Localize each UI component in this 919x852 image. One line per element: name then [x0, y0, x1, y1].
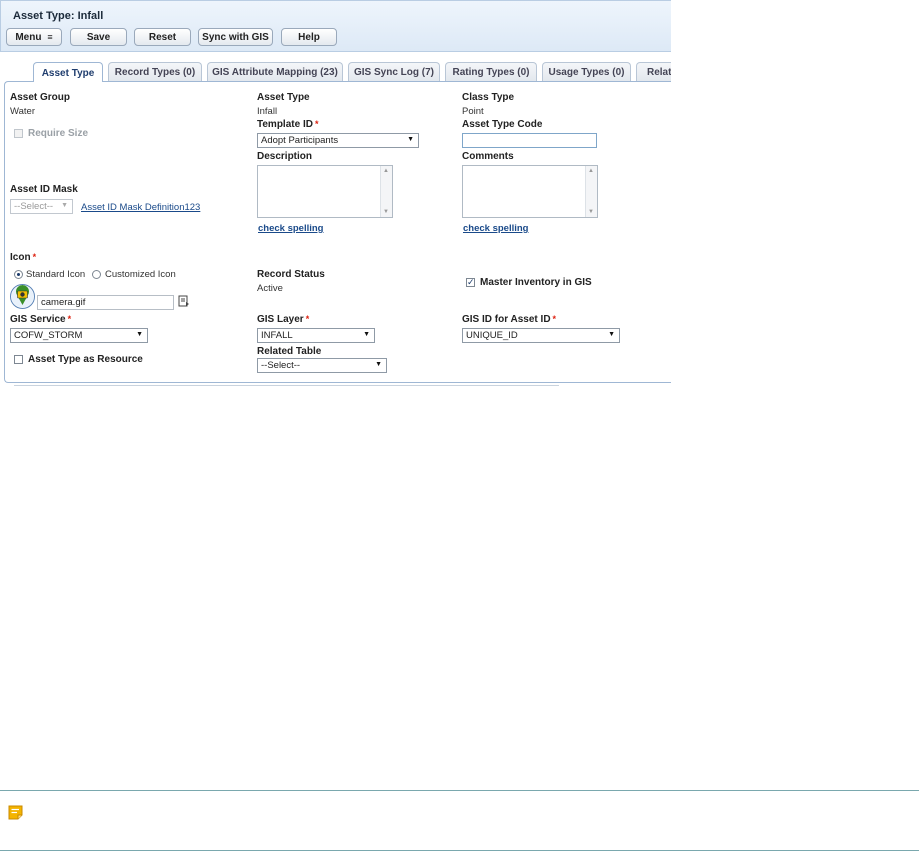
- asset-id-mask-label: Asset ID Mask: [10, 184, 78, 195]
- related-table-value: --Select--: [261, 360, 301, 371]
- description-textarea[interactable]: ▲ ▼: [257, 165, 393, 218]
- gis-service-select[interactable]: COFW_STORM ▼: [10, 328, 148, 343]
- require-size-checkbox[interactable]: [14, 129, 23, 138]
- gis-service-label-text: GIS Service: [10, 314, 66, 325]
- asset-group-label: Asset Group: [10, 92, 71, 103]
- required-mark: *: [552, 314, 557, 324]
- tab-record-types[interactable]: Record Types (0): [108, 62, 202, 82]
- record-status-value: Active: [257, 283, 283, 294]
- standard-icon-radio[interactable]: [14, 270, 23, 279]
- gis-id-for-asset-id-select[interactable]: UNIQUE_ID ▼: [462, 328, 620, 343]
- caret-down-icon: ▼: [608, 331, 615, 338]
- asset-type-code-label: Asset Type Code: [462, 119, 543, 130]
- tab-asset-type[interactable]: Asset Type: [33, 62, 103, 82]
- asset-type-value: Infall: [257, 106, 278, 117]
- required-mark: *: [305, 314, 310, 324]
- icon-label-text: Icon: [10, 252, 31, 263]
- description-check-spelling-link[interactable]: check spelling: [258, 223, 323, 234]
- scroll-up-icon[interactable]: ▲: [588, 168, 594, 174]
- comments-label: Comments: [462, 151, 514, 162]
- camera-icon: [10, 284, 35, 309]
- scrollbar[interactable]: ▲ ▼: [380, 166, 392, 217]
- gis-layer-select[interactable]: INFALL ▼: [257, 328, 375, 343]
- required-mark: *: [67, 314, 72, 324]
- page-title: Asset Type: Infall: [13, 10, 104, 22]
- scroll-down-icon[interactable]: ▼: [383, 209, 389, 215]
- customized-icon-label: Customized Icon: [105, 269, 176, 280]
- description-label: Description: [257, 151, 313, 162]
- gis-id-for-asset-id-label: GIS ID for Asset ID *: [462, 314, 556, 325]
- help-button[interactable]: Help: [281, 28, 337, 46]
- note-top-border: [0, 790, 919, 791]
- menu-button[interactable]: Menu ≡: [6, 28, 62, 46]
- require-size-label: Require Size: [28, 128, 89, 139]
- gis-layer-label: GIS Layer *: [257, 314, 309, 325]
- caret-down-icon: ▼: [407, 136, 414, 143]
- menu-button-label: Menu: [15, 31, 42, 43]
- reset-button[interactable]: Reset: [134, 28, 191, 46]
- note-icon: [8, 805, 23, 820]
- file-browse-icon[interactable]: [178, 295, 190, 307]
- standard-icon-label: Standard Icon: [26, 269, 86, 280]
- comments-check-spelling-link[interactable]: check spelling: [463, 223, 528, 234]
- caret-down-icon: ▼: [136, 331, 143, 338]
- tab-gis-sync-log[interactable]: GIS Sync Log (7): [348, 62, 440, 82]
- related-table-label: Related Table: [257, 346, 322, 357]
- customized-icon-radio[interactable]: [92, 270, 101, 279]
- class-type-value: Point: [462, 106, 484, 117]
- master-inventory-label: Master Inventory in GIS: [480, 277, 592, 288]
- gis-service-label: GIS Service *: [10, 314, 71, 325]
- asset-type-label: Asset Type: [257, 92, 310, 103]
- asset-group-value: Water: [10, 106, 35, 117]
- record-status-label: Record Status: [257, 269, 325, 280]
- tab-rating-types[interactable]: Rating Types (0): [445, 62, 537, 82]
- tab-gis-attribute-mapping[interactable]: GIS Attribute Mapping (23): [207, 62, 343, 82]
- required-mark: *: [314, 119, 319, 129]
- header-bar: Asset Type: Infall Menu ≡ Save Reset Syn…: [0, 0, 671, 52]
- sync-with-gis-button[interactable]: Sync with GIS: [198, 28, 273, 46]
- scroll-up-icon[interactable]: ▲: [383, 168, 389, 174]
- asset-type-as-resource-label: Asset Type as Resource: [28, 354, 143, 365]
- tab-usage-types[interactable]: Usage Types (0): [542, 62, 631, 82]
- menu-lines-icon: ≡: [47, 32, 53, 42]
- icon-label: Icon *: [10, 252, 36, 263]
- gis-layer-label-text: GIS Layer: [257, 314, 304, 325]
- note-bottom-border: [0, 850, 919, 851]
- caret-down-icon: ▼: [61, 202, 68, 209]
- asset-type-as-resource-checkbox[interactable]: [14, 355, 23, 364]
- caret-down-icon: ▼: [375, 361, 382, 368]
- caret-down-icon: ▼: [363, 331, 370, 338]
- template-id-select[interactable]: Adopt Participants ▼: [257, 133, 419, 148]
- gis-id-for-asset-id-value: UNIQUE_ID: [466, 330, 518, 341]
- master-inventory-checkbox[interactable]: ✓: [466, 278, 475, 287]
- asset-id-mask-definition-link[interactable]: Asset ID Mask Definition123: [81, 202, 200, 213]
- asset-id-mask-value: --Select--: [14, 201, 54, 212]
- divider: [14, 385, 559, 386]
- icon-filename-field[interactable]: camera.gif: [37, 295, 174, 310]
- gis-layer-value: INFALL: [261, 330, 293, 341]
- class-type-label: Class Type: [462, 92, 515, 103]
- comments-textarea[interactable]: ▲ ▼: [462, 165, 598, 218]
- required-mark: *: [32, 252, 37, 262]
- icon-filename-value: camera.gif: [41, 297, 86, 308]
- gis-id-for-asset-id-label-text: GIS ID for Asset ID: [462, 314, 551, 325]
- asset-type-window: Asset Type: Infall Menu ≡ Save Reset Syn…: [0, 0, 671, 390]
- scroll-down-icon[interactable]: ▼: [588, 209, 594, 215]
- template-id-value: Adopt Participants: [261, 135, 339, 146]
- asset-type-code-input[interactable]: [462, 133, 597, 148]
- related-table-select[interactable]: --Select-- ▼: [257, 358, 387, 373]
- gis-service-value: COFW_STORM: [14, 330, 83, 341]
- tab-related[interactable]: Relat: [636, 62, 671, 82]
- scrollbar[interactable]: ▲ ▼: [585, 166, 597, 217]
- tab-strip: Asset Type Record Types (0) GIS Attribut…: [33, 62, 671, 82]
- template-id-label-text: Template ID: [257, 119, 313, 130]
- template-id-label: Template ID *: [257, 119, 318, 130]
- asset-id-mask-select[interactable]: --Select-- ▼: [10, 199, 73, 214]
- save-button[interactable]: Save: [70, 28, 127, 46]
